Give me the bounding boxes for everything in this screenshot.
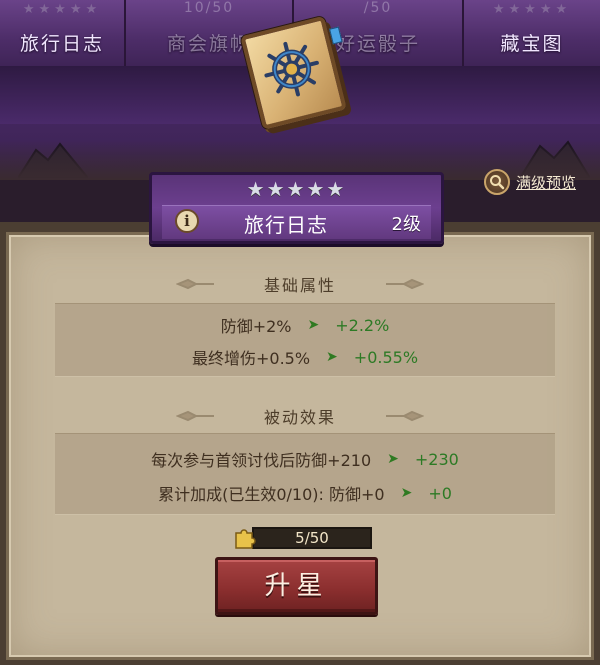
magnifier-icon [484,169,510,195]
star-rating: ★★★★★ [246,177,347,201]
attribute-row: 最终增伤+0.5% ➤ +0.55% [55,342,555,372]
attribute-current: 最终增伤+0.5% [191,349,311,368]
item-level: 2级 [391,214,421,235]
info-icon[interactable]: i [175,209,199,233]
attribute-current: 防御+2% [220,317,292,336]
effect-next: +230 [414,449,459,469]
effect-next: +0 [428,483,452,503]
base-attributes-header: 基础属性 [9,269,591,299]
max-level-preview-link[interactable]: 满级预览 [484,168,576,196]
passive-effects-header: 被动效果 [9,401,591,431]
tab-stars: ★★★★★ [492,2,572,17]
effect-row: 每次参与首领讨伐后防御+210 ➤ +230 [55,444,555,474]
item-title-badge: ★★★★★ i 旅行日志 2级 [149,172,444,244]
ornament-right-icon [386,278,424,290]
passive-effects-box: 每次参与首领讨伐后防御+210 ➤ +230 累计加成(已生效0/10): 防御… [55,433,555,515]
tab-treasure-map[interactable]: ★★★★★ 藏宝图 [464,0,600,66]
tab-travel-journal[interactable]: ★★★★★ 旅行日志 [0,0,126,66]
arrow-right-icon: ➤ [387,451,399,467]
effect-current: 累计加成(已生效0/10): 防御+0 [158,485,385,504]
ornament-left-icon [175,410,214,422]
arrow-right-icon: ➤ [307,317,320,333]
attribute-next: +2.2% [335,315,390,335]
arrow-right-icon: ➤ [400,485,413,501]
tab-label: 好运骰子 [335,33,420,55]
tab-label: 旅行日志 [19,33,104,55]
tab-progress: 10/50 [183,0,235,16]
ornament-left-icon [175,278,214,290]
puzzle-piece-icon [235,529,256,549]
ornament-right-icon [386,410,424,422]
section-title: 基础属性 [263,276,336,295]
effect-current: 每次参与首领讨伐后防御+210 [151,451,372,470]
attribute-next: +0.55% [353,347,419,367]
cost-counter: 5/50 [252,527,372,549]
title-bar: i 旅行日志 2级 [162,205,431,239]
star-up-button[interactable]: 升星 [215,557,378,615]
arrow-right-icon: ➤ [326,349,338,365]
upgrade-cost: 5/50 [232,526,372,550]
rock-decoration-icon [18,142,88,178]
max-level-preview-label: 满级预览 [516,173,577,192]
tab-stars: ★★★★★ [22,2,102,17]
item-name: 旅行日志 [244,213,328,237]
attribute-row: 防御+2% ➤ +2.2% [55,310,555,340]
base-attributes-box: 防御+2% ➤ +2.2% 最终增伤+0.5% ➤ +0.55% [55,303,555,377]
effect-row: 累计加成(已生效0/10): 防御+0 ➤ +0 [55,478,555,508]
tab-label: 藏宝图 [500,33,564,55]
section-title: 被动效果 [263,408,336,427]
